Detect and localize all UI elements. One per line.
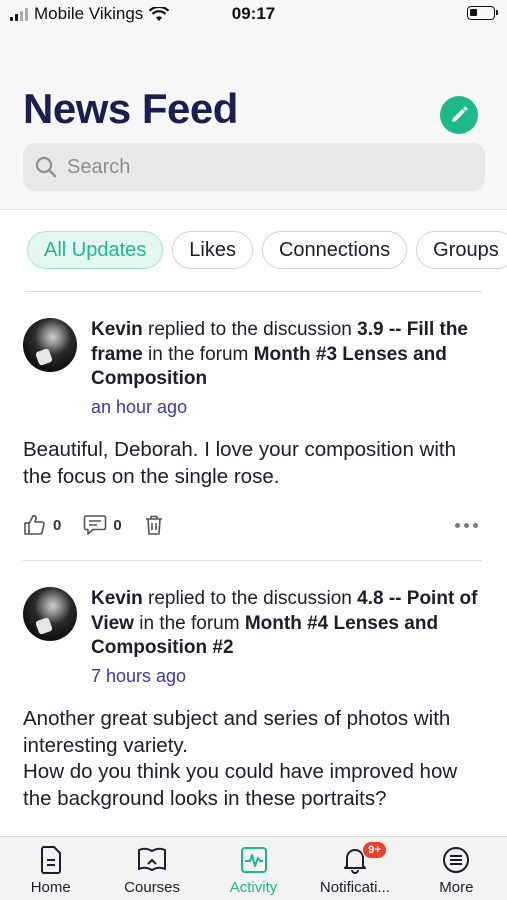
comment-icon xyxy=(84,515,107,535)
tab-courses[interactable]: Courses xyxy=(101,837,202,900)
clock: 09:17 xyxy=(231,4,276,23)
document-icon xyxy=(40,846,61,874)
tab-activity[interactable]: Activity xyxy=(203,837,304,900)
activity-item: Kevin replied to the discussion 4.8 -- P… xyxy=(0,561,507,836)
status-bar: Mobile Vikings 09:17 xyxy=(0,0,507,30)
filter-connections[interactable]: Connections xyxy=(261,231,408,269)
search-icon xyxy=(35,156,57,178)
tab-more[interactable]: More xyxy=(406,837,507,900)
forum-text: in the forum xyxy=(133,612,245,634)
tab-label: Activity xyxy=(229,879,278,896)
tab-label: More xyxy=(439,879,474,896)
post-body: Another great subject and series of phot… xyxy=(23,707,458,810)
activity-item: Kevin replied to the discussion 3.9 -- F… xyxy=(0,292,507,561)
action-text: replied to the discussion xyxy=(142,588,358,609)
activity-icon xyxy=(240,847,267,873)
activity-summary: Kevin replied to the discussion 4.8 -- P… xyxy=(91,587,482,688)
header: News Feed xyxy=(0,30,507,210)
pencil-icon xyxy=(452,106,468,122)
tab-label: Home xyxy=(30,879,71,896)
more-options-icon[interactable] xyxy=(455,522,478,528)
timestamp[interactable]: 7 hours ago xyxy=(91,664,482,689)
tab-bar: Home Courses Activity 9+ Notificati... M… xyxy=(0,836,507,900)
tab-notifications[interactable]: 9+ Notificati... xyxy=(304,837,405,900)
search-input[interactable] xyxy=(67,155,447,179)
timestamp[interactable]: an hour ago xyxy=(91,395,482,420)
action-text: replied to the discussion xyxy=(142,319,358,340)
post-body: Beautiful, Deborah. I love your composit… xyxy=(23,438,457,488)
search-bar[interactable] xyxy=(23,143,485,191)
compose-button[interactable] xyxy=(440,96,478,134)
like-count: 0 xyxy=(53,516,62,534)
activity-summary: Kevin replied to the discussion 3.9 -- F… xyxy=(91,318,482,419)
tab-label: Notificati... xyxy=(319,879,390,896)
filter-all-updates[interactable]: All Updates xyxy=(27,231,164,269)
forum-text: in the forum xyxy=(142,343,254,365)
book-icon xyxy=(138,847,167,871)
delete-button[interactable] xyxy=(144,514,164,536)
tab-home[interactable]: Home xyxy=(0,837,101,900)
battery-icon xyxy=(467,6,498,20)
avatar[interactable] xyxy=(23,318,77,372)
author-link[interactable]: Kevin xyxy=(91,588,143,609)
activity-feed: Kevin replied to the discussion 3.9 -- F… xyxy=(0,292,507,836)
comment-button[interactable]: 0 xyxy=(83,514,122,536)
trash-icon xyxy=(145,515,162,535)
page-title: News Feed xyxy=(23,85,238,132)
filter-chips: All Updates Likes Connections Groups xyxy=(27,231,507,271)
tab-label: Courses xyxy=(124,879,181,896)
post-actions: 0 0 xyxy=(23,512,482,538)
filter-likes[interactable]: Likes xyxy=(172,231,253,269)
comment-count: 0 xyxy=(113,516,122,534)
author-link[interactable]: Kevin xyxy=(91,319,143,340)
like-button[interactable]: 0 xyxy=(23,514,61,536)
menu-icon xyxy=(443,847,470,873)
thumbs-up-icon xyxy=(24,514,45,535)
avatar[interactable] xyxy=(23,587,77,641)
notification-badge: 9+ xyxy=(362,841,387,859)
filter-groups[interactable]: Groups xyxy=(416,231,507,269)
